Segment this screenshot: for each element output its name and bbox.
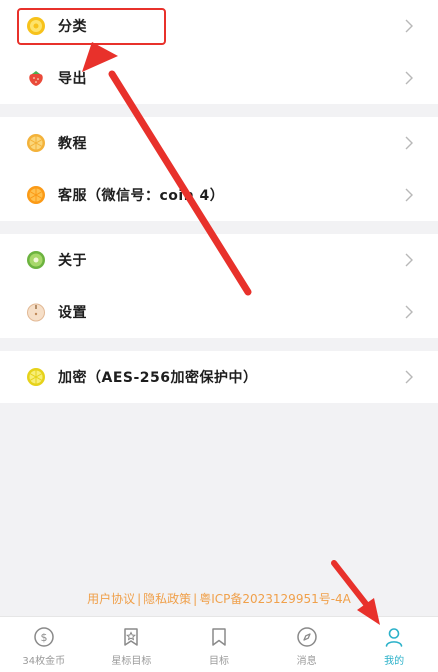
coin-icon: $ bbox=[34, 627, 54, 647]
chevron-right-icon bbox=[405, 71, 413, 85]
tab-messages[interactable]: 消息 bbox=[263, 617, 351, 672]
compass-icon bbox=[296, 627, 317, 647]
menu-item-encryption[interactable]: 加密（AES-256加密保护中） bbox=[0, 351, 438, 403]
menu-item-about[interactable]: 关于 bbox=[0, 234, 438, 286]
menu-group-2: 教程 客服（微信号：coin 4） bbox=[0, 117, 438, 221]
chevron-right-icon bbox=[405, 136, 413, 150]
privacy-policy-link[interactable]: 隐私政策 bbox=[143, 590, 191, 607]
tab-label: 星标目标 bbox=[111, 656, 152, 667]
menu-item-label: 加密（AES-256加密保护中） bbox=[58, 370, 258, 386]
menu-item-label: 设置 bbox=[58, 305, 87, 321]
tab-goals[interactable]: 目标 bbox=[175, 617, 263, 672]
section-divider bbox=[0, 338, 438, 351]
chevron-right-icon bbox=[405, 253, 413, 267]
pear-icon bbox=[26, 302, 46, 322]
chevron-right-icon bbox=[405, 188, 413, 202]
tab-mine[interactable]: 我的 bbox=[350, 617, 438, 672]
kiwi-icon bbox=[26, 250, 46, 270]
menu-item-label: 导出 bbox=[58, 71, 87, 87]
strawberry-icon bbox=[26, 68, 46, 88]
lemon-slice-icon bbox=[26, 133, 46, 153]
tab-label: 我的 bbox=[384, 656, 405, 667]
icp-record-link[interactable]: 粤ICP备2023129951号-4A bbox=[199, 590, 351, 607]
footer-divider: | bbox=[193, 592, 198, 606]
chevron-right-icon bbox=[405, 305, 413, 319]
tab-label: 消息 bbox=[296, 656, 317, 667]
menu-group-1: 分类 导出 bbox=[0, 0, 438, 104]
tab-coins[interactable]: $ 34枚金币 bbox=[0, 617, 88, 672]
menu-item-label: 客服（微信号：coin 4） bbox=[58, 188, 225, 204]
lemon-icon bbox=[26, 16, 46, 36]
lime-icon bbox=[26, 367, 46, 387]
svg-text:$: $ bbox=[40, 631, 47, 644]
menu-item-label: 分类 bbox=[58, 19, 87, 35]
menu-item-category[interactable]: 分类 bbox=[0, 0, 438, 52]
chevron-right-icon bbox=[405, 370, 413, 384]
menu-item-tutorial[interactable]: 教程 bbox=[0, 117, 438, 169]
bottom-tab-bar: $ 34枚金币 星标目标 目标 消息 我的 bbox=[0, 616, 438, 672]
menu-item-export[interactable]: 导出 bbox=[0, 52, 438, 104]
section-divider bbox=[0, 221, 438, 234]
menu-item-label: 关于 bbox=[58, 253, 87, 269]
menu-group-4: 加密（AES-256加密保护中） bbox=[0, 351, 438, 403]
star-badge-icon bbox=[124, 628, 139, 646]
section-divider bbox=[0, 104, 438, 117]
orange-icon bbox=[26, 185, 46, 205]
footer-divider: | bbox=[137, 592, 142, 606]
user-icon bbox=[385, 628, 403, 647]
tab-starred-goals[interactable]: 星标目标 bbox=[88, 617, 176, 672]
user-agreement-link[interactable]: 用户协议 bbox=[87, 590, 135, 607]
menu-item-settings[interactable]: 设置 bbox=[0, 286, 438, 338]
chevron-right-icon bbox=[405, 19, 413, 33]
footer-links: 用户协议 | 隐私政策 | 粤ICP备2023129951号-4A bbox=[0, 590, 438, 607]
menu-item-label: 教程 bbox=[58, 136, 87, 152]
bookmark-icon bbox=[212, 628, 226, 646]
menu-group-3: 关于 设置 bbox=[0, 234, 438, 338]
tab-label: 34枚金币 bbox=[22, 656, 66, 667]
tab-label: 目标 bbox=[208, 656, 229, 667]
menu-item-customer-service[interactable]: 客服（微信号：coin 4） bbox=[0, 169, 438, 221]
